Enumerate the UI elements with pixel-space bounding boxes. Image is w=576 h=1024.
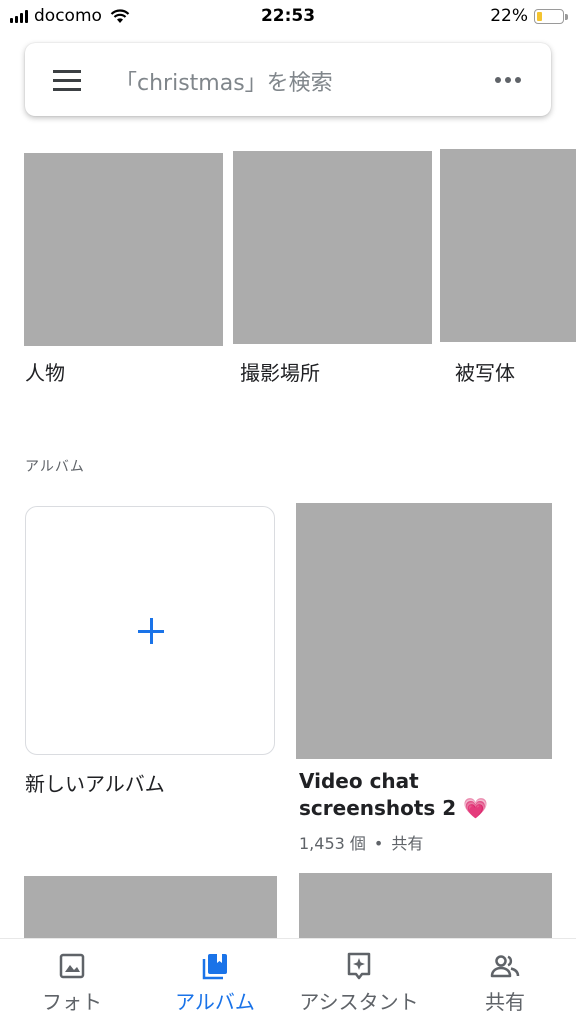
albums-section-title: アルバム — [25, 459, 85, 475]
plus-icon — [138, 618, 164, 644]
battery-icon — [534, 8, 568, 24]
category-places-thumbnail[interactable] — [233, 151, 432, 344]
category-people-thumbnail[interactable] — [24, 153, 223, 346]
album-icon — [202, 954, 227, 980]
photo-icon — [59, 953, 85, 979]
status-bar: docomo 22:53 22% — [0, 0, 576, 34]
assistant-icon — [347, 952, 371, 980]
album-title-text: Video chat screenshots 2 — [299, 769, 457, 820]
people-icon — [490, 955, 520, 978]
photos-screen: docomo 22:53 22% 「christmas」を検索 人物 撮影場所 … — [0, 0, 576, 1024]
album-thumbnail[interactable] — [24, 876, 277, 938]
category-things-label[interactable]: 被写体 — [455, 357, 515, 386]
album-thumbnail[interactable] — [296, 503, 552, 759]
bottom-navigation: フォト アルバム アシスタント 共有 — [0, 938, 576, 1024]
battery-level — [537, 11, 543, 21]
heart-emoji-icon: 💗 — [463, 796, 489, 820]
nav-assistant[interactable]: アシスタント — [292, 939, 426, 1024]
nav-albums-label: アルバム — [175, 990, 255, 1014]
nav-sharing-label: 共有 — [485, 990, 525, 1014]
category-places-label[interactable]: 撮影場所 — [240, 357, 320, 386]
album-thumbnail[interactable] — [299, 873, 552, 938]
nav-sharing[interactable]: 共有 — [465, 939, 545, 1024]
album-shared-label: 共有 — [391, 834, 424, 853]
search-bar[interactable]: 「christmas」を検索 — [25, 43, 551, 116]
nav-photos-label: フォト — [42, 990, 102, 1014]
nav-photos[interactable]: フォト — [22, 939, 122, 1024]
nav-albums[interactable]: アルバム — [160, 939, 270, 1024]
status-right: 22% — [490, 6, 568, 26]
battery-percent: 22% — [490, 6, 528, 26]
category-people-label[interactable]: 人物 — [25, 357, 65, 386]
new-album-button[interactable] — [25, 506, 275, 755]
new-album-label[interactable]: 新しいアルバム — [25, 768, 165, 797]
album-title[interactable]: Video chat screenshots 2 💗 — [299, 768, 561, 822]
album-meta: 1,453 個 • 共有 — [299, 834, 424, 853]
hamburger-menu-icon[interactable] — [53, 70, 81, 91]
nav-assistant-label: アシスタント — [299, 990, 419, 1014]
category-things-thumbnail[interactable] — [440, 149, 576, 342]
more-horizontal-icon[interactable] — [495, 77, 521, 83]
search-input[interactable]: 「christmas」を検索 — [115, 65, 333, 97]
album-item-count: 1,453 個 — [299, 834, 366, 853]
